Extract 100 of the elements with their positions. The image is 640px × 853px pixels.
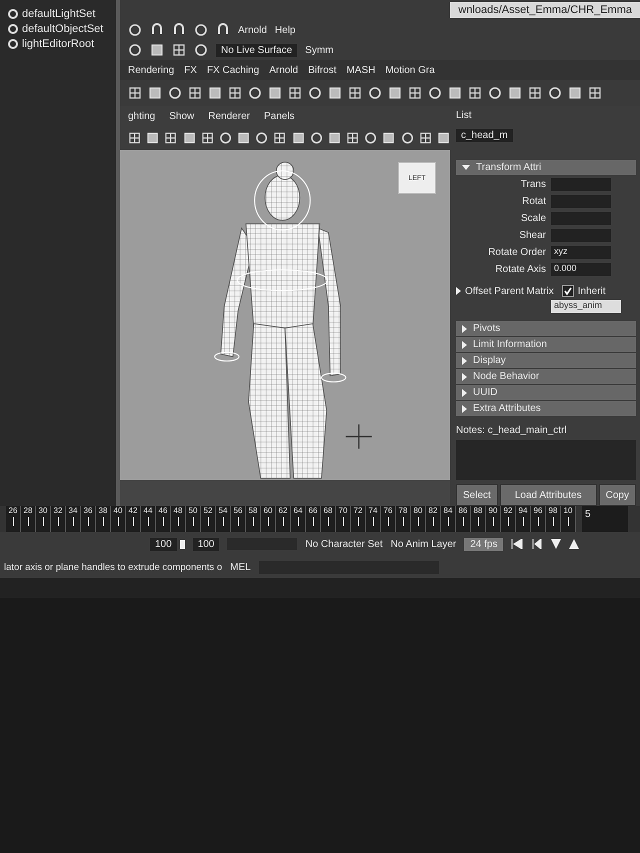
panel-menu-item[interactable]: Renderer [208,110,250,122]
attribute-value-field[interactable] [551,212,611,225]
attribute-editor-button[interactable]: Load Attributes [500,484,597,506]
panel-tool-icon[interactable] [146,131,160,145]
shelf-tool-icon[interactable] [228,86,242,100]
shelf-tool-icon[interactable] [568,86,582,100]
shelf-tool-icon[interactable] [348,86,362,100]
attribute-editor-button[interactable]: Select [456,484,498,506]
shelf-tool-icon[interactable] [328,86,342,100]
toolbar-icon[interactable] [150,43,164,57]
panel-tool-icon[interactable] [218,131,232,145]
frame-number: 94 [518,506,528,515]
section-header[interactable]: Node Behavior [456,369,636,384]
shelf-tool-icon[interactable] [428,86,442,100]
toolbar-icon[interactable] [172,43,186,57]
panel-tool-icon[interactable] [182,131,196,145]
panel-tool-icon[interactable] [273,131,287,145]
section-header[interactable]: Display [456,353,636,368]
script-language-label[interactable]: MEL [230,562,251,572]
current-frame-field[interactable]: 5 [582,506,628,532]
section-header[interactable]: Limit Information [456,337,636,352]
panel-menu-item[interactable]: Panels [264,110,295,122]
shelf-tab[interactable]: Rendering [128,64,174,76]
character-set-dropdown[interactable]: No Character Set [305,538,383,550]
shelf-tool-icon[interactable] [368,86,382,100]
attribute-value-field[interactable] [551,178,611,191]
shelf-tool-icon[interactable] [268,86,282,100]
shelf-tool-icon[interactable] [308,86,322,100]
shelf-tool-icon[interactable] [408,86,422,100]
panel-tool-icon[interactable] [200,131,214,145]
shelf-tool-icon[interactable] [248,86,262,100]
shelf-tool-icon[interactable] [588,86,602,100]
notes-label: Notes: c_head_main_ctrl [456,425,568,436]
panel-tool-icon[interactable] [364,131,378,145]
panel-tool-icon[interactable] [418,131,432,145]
attribute-editor-button[interactable]: Copy [598,484,636,506]
section-header[interactable]: Pivots [456,321,636,336]
node-name-field[interactable]: c_head_m [456,128,513,142]
attribute-value-field[interactable]: 0.000 [551,263,611,276]
panel-tool-icon[interactable] [346,131,360,145]
panel-tool-icon[interactable] [237,131,250,145]
outliner-item[interactable]: defaultLightSet [22,8,96,20]
range-end-field[interactable]: 100 [192,538,220,550]
panel-tool-icon[interactable] [382,131,396,145]
section-header[interactable]: Transform Attri [456,160,636,175]
skip-to-start-icon[interactable] [511,539,524,549]
panel-tool-icon[interactable] [255,131,268,145]
panel-tool-icon[interactable] [292,131,305,145]
section-header[interactable]: UUID [456,385,636,400]
expand-arrow-icon[interactable] [456,287,461,295]
live-surface-dropdown[interactable]: No Live Surface [216,44,298,56]
shelf-tool-icon[interactable] [548,86,562,100]
panel-menu-item[interactable]: ghting [128,110,156,122]
anim-layer-dropdown[interactable]: No Anim Layer [390,538,456,550]
panel-tool-icon[interactable] [164,131,178,145]
shelf-tool-icon[interactable] [168,86,182,100]
play-backward-icon[interactable] [551,539,562,549]
shelf-tab[interactable]: Motion Gra [385,64,435,76]
panel-tool-icon[interactable] [328,131,342,145]
shelf-tool-icon[interactable] [508,86,522,100]
menu-item[interactable]: Help [274,24,296,36]
panel-tool-icon[interactable] [400,131,414,145]
step-back-icon[interactable] [531,539,544,549]
shelf-tool-icon[interactable] [288,86,302,100]
shelf-tool-icon[interactable] [188,86,202,100]
shelf-tab[interactable]: Bifrost [308,64,336,76]
play-forward-icon[interactable] [569,539,580,549]
outliner-item[interactable]: lightEditorRoot [22,38,94,50]
list-menu[interactable]: List [456,110,472,120]
shelf-tab[interactable]: Arnold [269,64,298,76]
range-start-field[interactable]: 100 [150,538,177,550]
outliner-item[interactable]: defaultObjectSet [22,23,104,35]
panel-tool-icon[interactable] [436,131,450,145]
panel-tool-icon[interactable] [128,131,142,145]
shelf-tool-icon[interactable] [128,86,142,100]
shelf-tab[interactable]: FX [184,64,197,76]
shelf-tool-icon[interactable] [488,86,502,100]
shelf-tool-icon[interactable] [528,86,542,100]
menu-item[interactable]: Arnold [238,24,267,36]
fps-dropdown[interactable]: 24 fps [464,538,504,550]
panel-menu-item[interactable]: Show [169,110,194,122]
section-header[interactable]: Extra Attributes [456,401,636,416]
shelf-tab[interactable]: FX Caching [206,64,260,76]
toolbar-icon[interactable] [194,43,208,57]
shelf-tab[interactable]: MASH [346,64,376,76]
layer-field[interactable]: abyss_anim [551,300,621,313]
attribute-value-field[interactable] [551,229,611,242]
attribute-value-field[interactable] [551,195,611,208]
checkbox[interactable] [562,285,574,297]
expand-arrow-icon[interactable] [462,165,470,170]
symmetry-label[interactable]: Symm [305,44,334,56]
shelf-tool-icon[interactable] [208,86,222,100]
shelf-tool-icon[interactable] [468,86,482,100]
shelf-tool-icon[interactable] [448,86,462,100]
toolbar-icon[interactable] [128,43,142,57]
shelf-tool-icon[interactable] [388,86,402,100]
shelf-tool-icon[interactable] [148,86,162,100]
expand-arrow-icon[interactable] [462,404,467,412]
attribute-value-field[interactable]: xyz [551,246,611,259]
panel-tool-icon[interactable] [310,131,323,145]
